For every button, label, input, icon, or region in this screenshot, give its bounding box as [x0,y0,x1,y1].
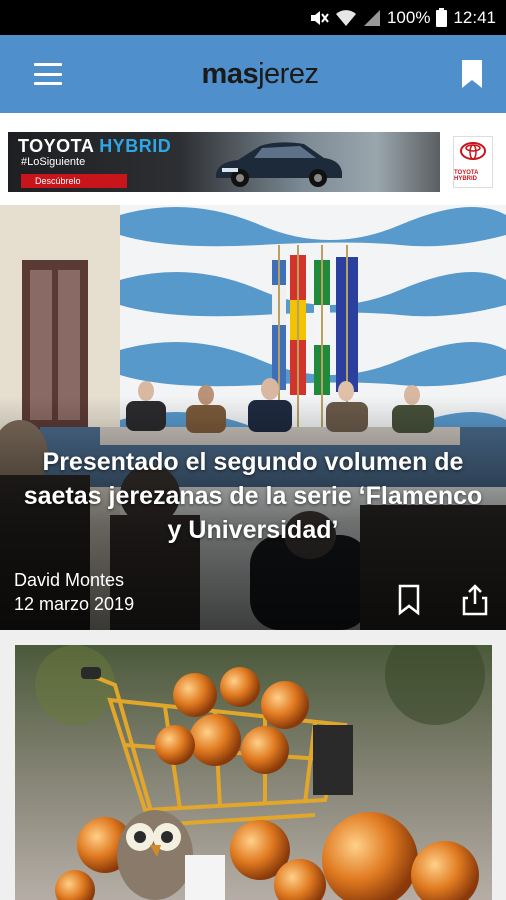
ad-cta-button[interactable]: Descúbrelo [21,174,127,188]
toyota-logo-text: TOYOTA HYBRID [454,170,479,182]
ad-banner[interactable]: TOYOTA HYBRID #LoSiguiente Descúbrelo TO… [8,132,499,192]
ad-container: TOYOTA HYBRID #LoSiguiente Descúbrelo TO… [0,113,506,205]
article-card[interactable] [15,645,492,900]
ad-tagline: #LoSiguiente [21,156,86,168]
featured-article[interactable]: Presentado el segundo volumen de saetas … [0,205,506,630]
bookmark-icon[interactable] [458,56,486,92]
car-image [216,142,342,187]
toyota-emblem-icon [460,142,486,160]
wifi-icon [335,9,356,26]
ad-brand: TOYOTA HYBRID [18,136,172,156]
menu-icon[interactable] [34,63,62,85]
share-icon[interactable] [461,583,489,617]
mute-icon [310,10,329,25]
clock: 12:41 [453,7,496,27]
battery-percent: 100% [386,7,431,27]
signal-icon [363,9,380,26]
bookmark-outline-icon[interactable] [396,583,422,617]
logo-prefix: mas [201,57,259,90]
toyota-logo: TOYOTA HYBRID [453,136,493,188]
hero-gradient [0,205,506,630]
app-bar: masjerez [0,35,506,113]
status-bar: 100% 12:41 [0,0,506,35]
article-date: 12 marzo 2019 [14,594,135,614]
christmas-cart-image [15,645,492,900]
article-title[interactable]: Presentado el segundo volumen de saetas … [20,445,486,547]
app-logo: masjerez [202,58,319,91]
article-author: David Montes [14,570,125,590]
battery-icon [436,8,448,27]
logo-suffix: jerez [258,57,319,90]
